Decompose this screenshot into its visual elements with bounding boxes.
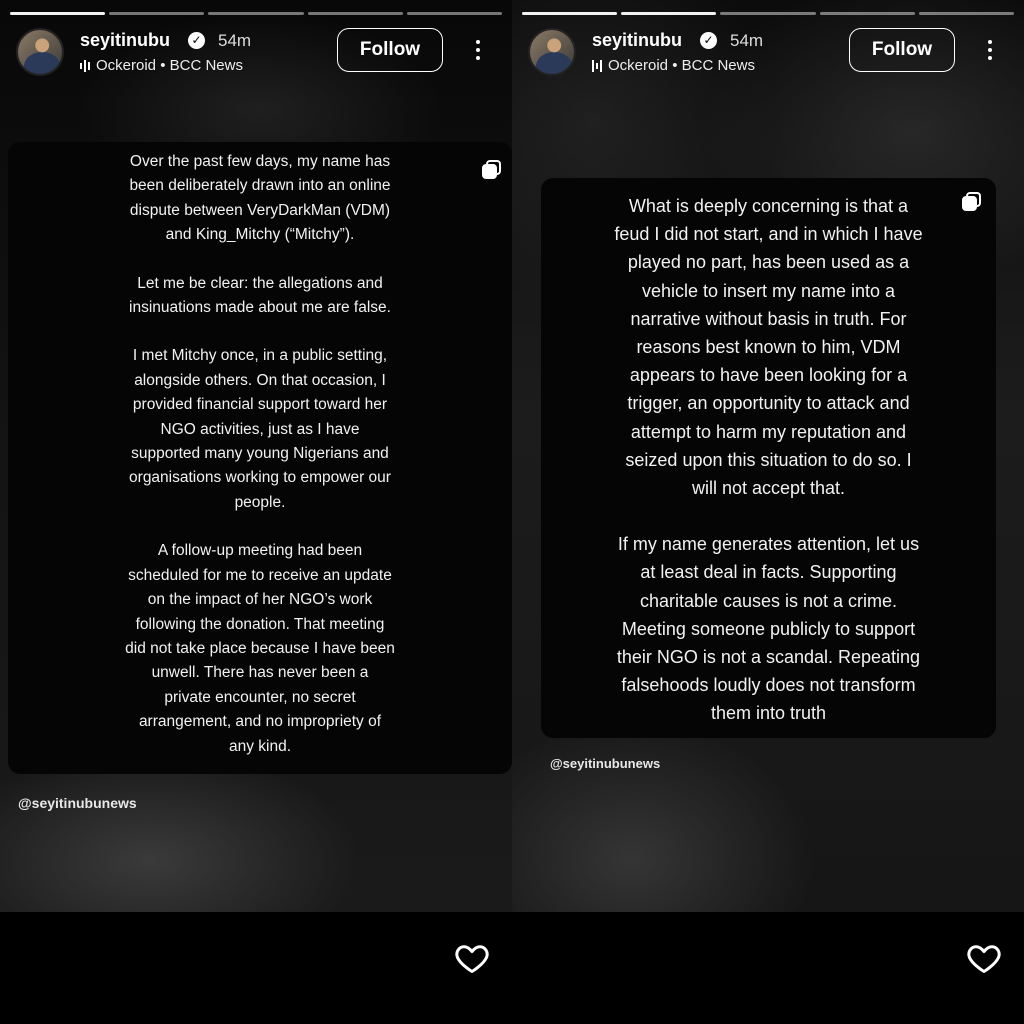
story-footer xyxy=(0,912,512,1024)
follow-button[interactable]: Follow xyxy=(849,28,955,72)
mention-sticker[interactable]: @seyitinubunews xyxy=(18,795,137,811)
music-label: Ockeroid • BCC News xyxy=(608,57,755,74)
audio-bars-icon xyxy=(592,59,602,73)
card-text: Over the past few days, my name has been… xyxy=(8,150,512,759)
progress-segment xyxy=(720,12,816,15)
paragraph: A follow-up meeting had been scheduled f… xyxy=(125,542,395,755)
post-time: 54m xyxy=(218,31,252,50)
verified-badge-icon: ✓ xyxy=(188,32,205,49)
heart-outline-icon[interactable] xyxy=(966,940,1002,976)
more-vertical-icon[interactable] xyxy=(466,36,490,64)
paragraph: I met Mitchy once, in a public setting, … xyxy=(129,347,391,511)
audio-bars-icon xyxy=(80,59,90,73)
progress-segment xyxy=(522,12,618,15)
avatar[interactable] xyxy=(528,28,576,76)
progress-segment xyxy=(10,12,106,15)
story-header: seyitinubu ✓ 54m Ockeroid • BCC News Fol… xyxy=(16,28,496,76)
progress-segment xyxy=(208,12,304,15)
verified-badge-icon: ✓ xyxy=(700,32,717,49)
story-progress-bar xyxy=(522,12,1015,15)
paragraph: Let me be clear: the allegations and ins… xyxy=(129,274,391,317)
story-footer xyxy=(512,912,1024,1024)
username[interactable]: seyitinubu xyxy=(80,30,170,51)
paragraph: What is deeply concerning is that a feud… xyxy=(614,196,923,499)
progress-segment xyxy=(307,12,403,15)
paragraph: Over the past few days, my name has been… xyxy=(129,153,391,244)
music-info[interactable]: Ockeroid • BCC News xyxy=(592,57,755,74)
text-card: What is deeply concerning is that a feud… xyxy=(541,178,996,738)
progress-segment xyxy=(406,12,503,15)
text-card: Over the past few days, my name has been… xyxy=(8,142,512,774)
story-header: seyitinubu ✓ 54m Ockeroid • BCC News Fol… xyxy=(528,28,1008,76)
paragraph: If my name generates attention, let us a… xyxy=(616,534,921,724)
music-info[interactable]: Ockeroid • BCC News xyxy=(80,57,243,74)
story-left: seyitinubu ✓ 54m Ockeroid • BCC News Fol… xyxy=(0,0,512,1024)
follow-button[interactable]: Follow xyxy=(337,28,443,72)
story-right: seyitinubu ✓ 54m Ockeroid • BCC News Fol… xyxy=(512,0,1024,1024)
avatar[interactable] xyxy=(16,28,64,76)
progress-segment xyxy=(918,12,1015,15)
username[interactable]: seyitinubu xyxy=(592,30,682,51)
music-label: Ockeroid • BCC News xyxy=(96,57,243,74)
story-progress-bar xyxy=(10,12,503,15)
more-vertical-icon[interactable] xyxy=(978,36,1002,64)
progress-segment xyxy=(109,12,205,15)
card-text: What is deeply concerning is that a feud… xyxy=(541,192,996,728)
post-time: 54m xyxy=(730,31,764,50)
mention-sticker[interactable]: @seyitinubunews xyxy=(550,756,660,771)
progress-segment xyxy=(819,12,915,15)
progress-segment xyxy=(621,12,717,15)
heart-outline-icon[interactable] xyxy=(454,940,490,976)
